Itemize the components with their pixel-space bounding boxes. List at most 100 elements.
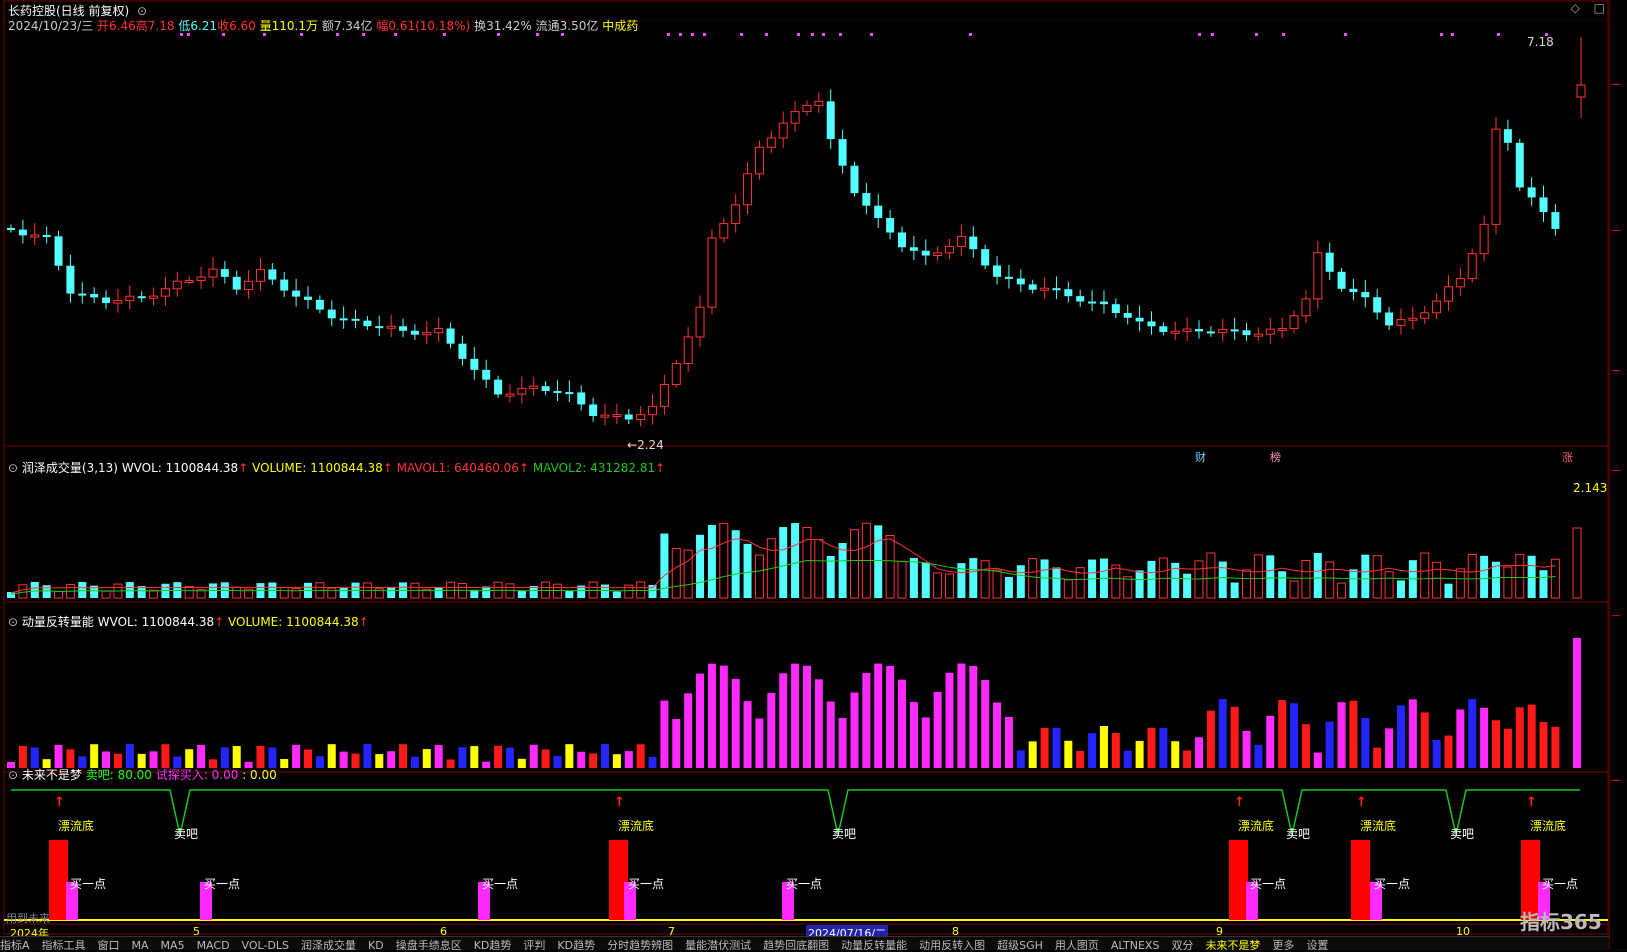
panel-settings-icon[interactable]: ⊙ <box>8 615 18 629</box>
candle-body-down <box>363 320 372 327</box>
volume-bar-up <box>291 588 301 599</box>
candle-body-down <box>981 249 990 266</box>
candle-body-up <box>659 384 669 407</box>
indicator-tab[interactable]: 用人图页 <box>1055 939 1099 950</box>
momentum-bar <box>1171 741 1180 768</box>
indicator-tab[interactable]: 未来不是梦 <box>1205 939 1260 950</box>
candle-body-up <box>149 295 159 299</box>
momentum-bar <box>909 702 918 768</box>
indicator-tab[interactable]: MA <box>132 939 149 950</box>
momentum-bar <box>1551 726 1560 768</box>
buy-signal-label: 买一点 <box>1374 877 1410 891</box>
momentum-bar <box>434 744 443 768</box>
momentum-bar <box>1337 702 1346 768</box>
candle-body-up <box>208 268 218 278</box>
candle-body-down <box>1337 271 1346 289</box>
momentum-indicator-name[interactable]: 动量反转量能 <box>22 615 94 629</box>
indicator-tab[interactable]: 窗口 <box>98 939 120 950</box>
volume-bar-up <box>885 534 895 599</box>
axis-tick-mark <box>1612 370 1620 371</box>
volume-bar-up <box>683 549 693 599</box>
event-marker-list[interactable]: 榜 <box>1270 449 1281 465</box>
momentum-bar <box>696 673 705 768</box>
indicator-tab[interactable]: 趋势回底翻图 <box>763 939 829 950</box>
indicator-tab[interactable]: 评判 <box>523 939 545 950</box>
indicator-tab[interactable]: 分时趋势辨图 <box>607 939 673 950</box>
panel-settings-icon[interactable]: ⊙ <box>8 768 18 782</box>
momentum-bar <box>1195 737 1203 768</box>
volume-bar-up <box>184 586 194 599</box>
momentum-bar <box>1527 704 1536 768</box>
quote-sector[interactable]: 中成药 <box>602 19 638 33</box>
momentum-bar <box>1373 747 1382 768</box>
volume-bar-down <box>30 582 39 598</box>
candle-body-down <box>1527 187 1536 198</box>
momentum-bar <box>993 702 1002 768</box>
panel-settings-icon[interactable]: ⊙ <box>8 461 18 475</box>
momentum-bar <box>1064 740 1073 768</box>
momentum-bar <box>981 679 990 768</box>
candle-body-down <box>482 369 491 380</box>
indicator-tab[interactable]: MA5 <box>161 939 185 950</box>
momentum-bar <box>660 700 669 768</box>
sell-signal-label: 卖吧 <box>832 827 856 841</box>
candle-body-up <box>1396 319 1406 326</box>
momentum-bar <box>684 693 693 768</box>
signal-dot <box>1211 33 1214 36</box>
momentum-bar <box>1111 733 1120 768</box>
indicator-tab[interactable]: 量能潜伏测试 <box>685 939 751 950</box>
axis-tick-mark <box>1612 470 1620 471</box>
momentum-bar <box>1099 726 1108 768</box>
candle-body-up <box>612 414 622 418</box>
momentum-bar <box>767 692 776 768</box>
momentum-bar <box>1076 750 1085 768</box>
indicator-tab[interactable]: 动量反转量能 <box>841 939 907 950</box>
momentum-bar <box>292 744 301 768</box>
candlestick-series <box>7 37 1586 427</box>
momentum-bar <box>838 717 847 768</box>
dream-indicator-name[interactable]: 未来不是梦 <box>22 768 82 782</box>
indicator-tab[interactable]: 更多 <box>1272 939 1294 950</box>
float-icon[interactable]: ◇ <box>1571 1 1580 15</box>
volume-bar-up <box>1503 566 1513 599</box>
momentum-bar <box>90 744 99 768</box>
indicator-tab[interactable]: 润泽成交量 <box>301 939 356 950</box>
momentum-bar <box>874 663 883 768</box>
volume-bar-down <box>601 584 609 598</box>
volume-bar-down <box>565 591 574 598</box>
candle-body-down <box>898 232 906 248</box>
indicator-tab[interactable]: MACD <box>197 939 230 950</box>
indicator-tab[interactable]: ALTNEXS <box>1111 939 1160 950</box>
momentum-bar <box>1492 720 1500 768</box>
event-marker-limit-up[interactable]: 涨 <box>1562 449 1573 465</box>
event-marker-finance[interactable]: 财 <box>1195 449 1206 465</box>
indicator-tab[interactable]: 指标工具 <box>42 939 86 950</box>
volume-bar-up <box>18 584 28 599</box>
momentum-bar <box>541 749 550 768</box>
candle-body-down <box>565 392 574 395</box>
indicator-tab[interactable]: KD趋势 <box>474 939 512 950</box>
indicator-tab[interactable]: 动用反转入图 <box>919 939 985 950</box>
dream-panel-header: ⊙ 未来不是梦 卖吧: 80.00 试探买入: 0.00 : 0.00 <box>8 766 277 783</box>
candle-body-down <box>339 318 348 321</box>
volume-bar-down <box>1539 570 1548 598</box>
indicator-tab[interactable]: 设置 <box>1306 939 1328 950</box>
momentum-bar <box>945 672 954 768</box>
momentum-bar <box>969 666 978 768</box>
settings-icon[interactable]: ⊙ <box>137 4 147 18</box>
maximize-icon[interactable]: □ <box>1594 1 1605 15</box>
indicator-tab[interactable]: 超级SGH <box>997 939 1043 950</box>
volume-indicator-name[interactable]: 润泽成交量(3,13) <box>22 461 118 475</box>
indicator-tab[interactable]: 操盘手绩息区 <box>396 939 462 950</box>
indicator-tab[interactable]: 双分 <box>1171 939 1193 950</box>
indicator-tab[interactable]: 指标A <box>0 939 30 950</box>
candle-body-down <box>1551 212 1560 229</box>
indicator-tab[interactable]: KD <box>368 939 384 950</box>
momentum-bar <box>1218 699 1227 768</box>
momentum-bar <box>1254 744 1263 768</box>
volume-bar-up <box>1242 569 1252 599</box>
momentum-bars <box>7 638 1581 768</box>
candle-body-up <box>125 295 135 302</box>
indicator-tab[interactable]: KD趋势 <box>557 939 595 950</box>
indicator-tab[interactable]: VOL-DLS <box>242 939 289 950</box>
